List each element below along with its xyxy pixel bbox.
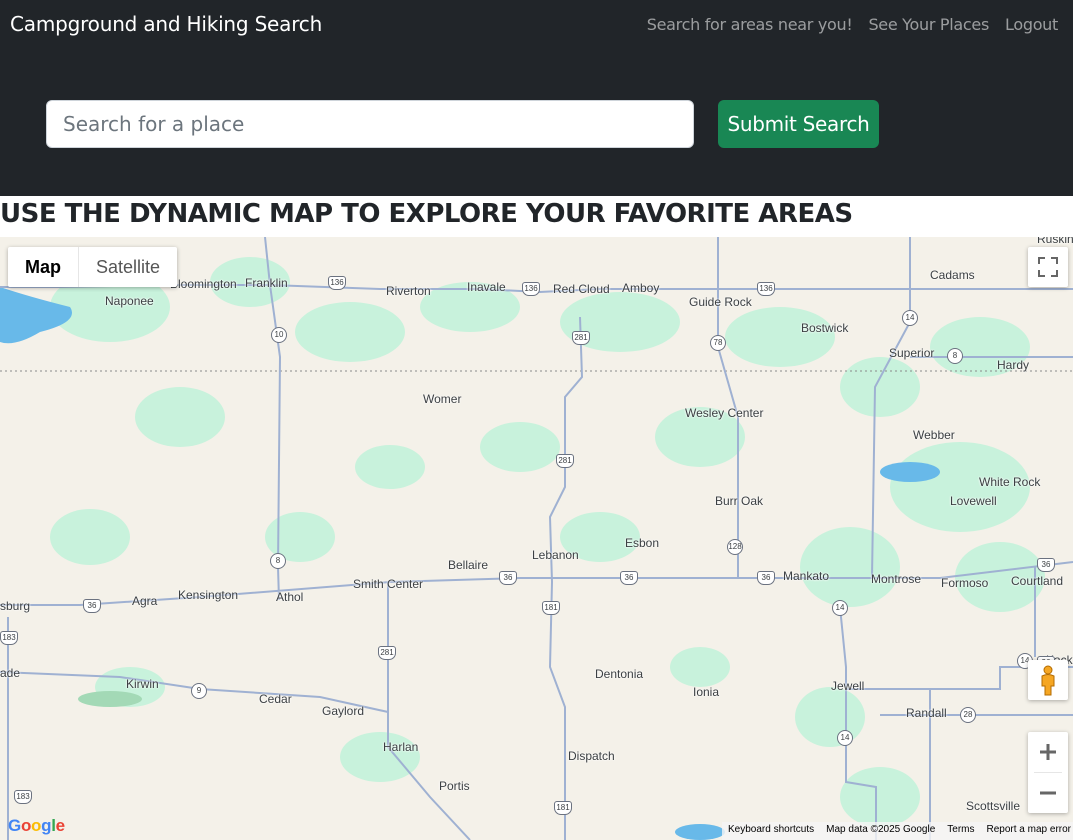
zoom-in-button[interactable]: [1028, 732, 1068, 772]
map-canvas[interactable]: [0, 237, 1073, 840]
place-label: Esbon: [625, 536, 660, 550]
route-shield: 14: [837, 730, 853, 746]
place-label: Dispatch: [568, 749, 615, 763]
route-shield: 36: [83, 599, 101, 613]
place-label: Dentonia: [595, 667, 644, 681]
pegman-icon: [1041, 665, 1055, 696]
route-shield: 36: [620, 571, 638, 585]
route-shield: 281: [572, 331, 590, 345]
brand-title[interactable]: Campground and Hiking Search: [10, 12, 322, 36]
place-label: Athol: [276, 590, 304, 604]
place-label: ade: [0, 666, 21, 680]
route-shield: 183: [0, 631, 18, 645]
route-shield: 36: [499, 571, 517, 585]
place-label: Harlan: [383, 740, 419, 754]
submit-search-button[interactable]: Submit Search: [718, 100, 879, 148]
route-shield: 78: [710, 335, 726, 351]
terms-link[interactable]: Terms: [947, 824, 974, 840]
place-label: Smith Center: [353, 577, 424, 591]
place-label: Inavale: [467, 280, 506, 294]
google-logo[interactable]: Google: [8, 815, 68, 840]
map-type-control: Map Satellite: [8, 247, 178, 287]
fullscreen-icon: [1038, 257, 1058, 277]
map-attribution: Keyboard shortcuts Map data ©2025 Google…: [721, 822, 1073, 840]
route-shield: 8: [270, 553, 286, 569]
route-shield: 128: [727, 539, 743, 555]
map-data-text: Map data ©2025 Google: [826, 824, 936, 835]
route-shield: 181: [542, 601, 560, 615]
place-label: Franklin: [245, 276, 288, 290]
fullscreen-button[interactable]: [1028, 247, 1068, 287]
place-label: Mankato: [783, 569, 830, 583]
route-shield: 14: [832, 600, 848, 616]
place-label: Riverton: [386, 284, 431, 298]
report-error-link[interactable]: Report a map error: [987, 824, 1071, 840]
zoom-out-button[interactable]: [1028, 773, 1068, 813]
place-label: Guide Rock: [689, 295, 752, 309]
route-shield: 28: [960, 707, 976, 723]
zoom-control: [1028, 732, 1068, 813]
place-label: Lebanon: [532, 548, 579, 562]
place-label: Superior: [889, 346, 935, 360]
place-label: Courtland: [1011, 574, 1064, 588]
route-shield: 136: [757, 282, 775, 296]
page-heading: USE THE DYNAMIC MAP TO EXPLORE YOUR FAVO…: [0, 199, 853, 229]
place-label: Ionia: [693, 685, 720, 699]
route-shield: 281: [556, 454, 574, 468]
place-label: Bostwick: [801, 321, 849, 335]
route-shield: 136: [522, 282, 540, 296]
route-shield: 136: [328, 276, 346, 290]
route-shield: 183: [14, 790, 32, 804]
plus-icon: [1040, 744, 1056, 760]
place-label: White Rock: [979, 475, 1041, 489]
place-label: Burr Oak: [715, 494, 764, 508]
place-label: Randall: [906, 706, 947, 720]
place-label: Kensington: [178, 588, 239, 602]
place-label: Montrose: [871, 572, 922, 586]
place-label: sburg: [0, 599, 31, 613]
navbar: Campground and Hiking Search Search for …: [0, 0, 1073, 196]
place-label: Womer: [423, 392, 462, 406]
route-shield: 281: [378, 646, 396, 660]
route-shield: 9: [191, 683, 207, 699]
nav-link-logout[interactable]: Logout: [1005, 15, 1058, 34]
keyboard-shortcuts-link[interactable]: Keyboard shortcuts: [728, 824, 814, 840]
place-label: Cadams: [930, 268, 975, 282]
google-logo-wordmark: Google: [8, 816, 65, 835]
map-type-satellite-button[interactable]: Satellite: [78, 247, 177, 287]
place-label: Wesley Center: [685, 406, 764, 420]
svg-text:Google: Google: [8, 816, 65, 835]
route-shield: 36: [757, 571, 775, 585]
place-label: Webber: [913, 428, 955, 442]
nav-link-your-places[interactable]: See Your Places: [868, 15, 989, 34]
place-label: Lovewell: [950, 494, 997, 508]
nav-links: Search for areas near you! See Your Plac…: [647, 15, 1059, 34]
route-shield: 36: [1037, 558, 1055, 572]
place-label: Hardy: [997, 358, 1030, 372]
route-shield: 14: [902, 310, 918, 326]
route-shield: 181: [554, 801, 572, 815]
place-label: Formoso: [941, 576, 989, 590]
place-label: Ruskin: [1037, 237, 1073, 246]
search-input[interactable]: [46, 100, 694, 148]
place-label: Scottsville: [966, 799, 1021, 813]
place-label: Kirwin: [126, 677, 159, 691]
place-label: Amboy: [622, 281, 660, 295]
place-label: Portis: [439, 779, 470, 793]
map[interactable]: Cadams Ruskin Naponee Bloomington Frankl…: [0, 237, 1073, 840]
place-label: Red Cloud: [553, 282, 610, 296]
place-label: Agra: [132, 594, 158, 608]
place-label: Bellaire: [448, 558, 489, 572]
place-label: Jewell: [831, 679, 865, 693]
map-type-map-button[interactable]: Map: [8, 247, 78, 287]
route-shield: 8: [947, 348, 963, 364]
place-label: Naponee: [105, 294, 154, 308]
nav-link-search-near[interactable]: Search for areas near you!: [647, 15, 853, 34]
street-view-button[interactable]: [1028, 660, 1068, 700]
minus-icon: [1040, 791, 1056, 795]
route-shield: 10: [271, 327, 287, 343]
place-label: Gaylord: [322, 704, 365, 718]
place-label: Bloomington: [170, 277, 237, 291]
place-label: Cedar: [259, 692, 292, 706]
